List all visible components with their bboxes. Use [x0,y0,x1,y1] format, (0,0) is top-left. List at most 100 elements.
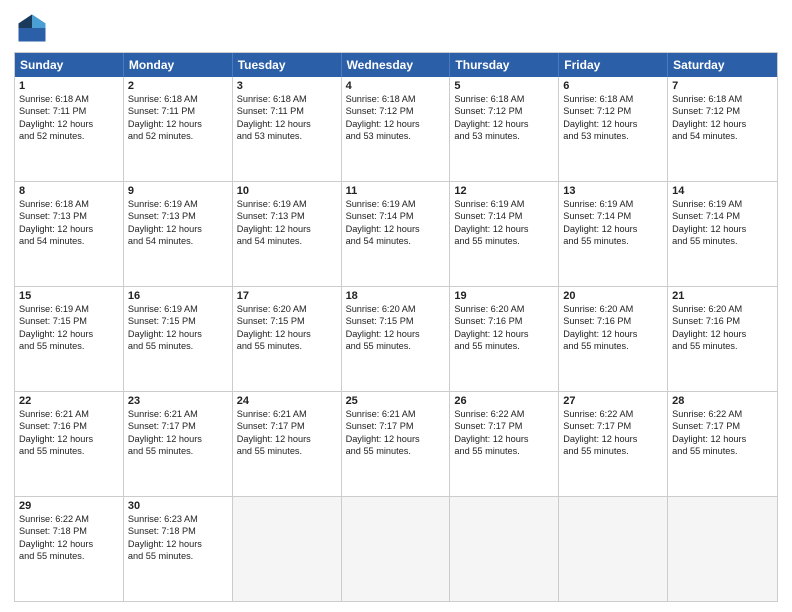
cell-line: Sunset: 7:12 PM [563,105,663,117]
calendar-cell: 3Sunrise: 6:18 AMSunset: 7:11 PMDaylight… [233,77,342,181]
calendar-cell: 16Sunrise: 6:19 AMSunset: 7:15 PMDayligh… [124,287,233,391]
cell-line: and 55 minutes. [672,340,773,352]
calendar-cell: 30Sunrise: 6:23 AMSunset: 7:18 PMDayligh… [124,497,233,601]
day-number: 1 [19,80,119,92]
cell-line: and 54 minutes. [346,235,446,247]
cell-line: Sunset: 7:16 PM [563,315,663,327]
calendar-cell [233,497,342,601]
calendar-cell: 20Sunrise: 6:20 AMSunset: 7:16 PMDayligh… [559,287,668,391]
page: Sunday Monday Tuesday Wednesday Thursday… [0,0,792,612]
cell-line: Daylight: 12 hours [346,118,446,130]
day-number: 17 [237,290,337,302]
calendar-cell: 22Sunrise: 6:21 AMSunset: 7:16 PMDayligh… [15,392,124,496]
day-number: 12 [454,185,554,197]
cell-line: Sunrise: 6:19 AM [128,303,228,315]
calendar-cell: 25Sunrise: 6:21 AMSunset: 7:17 PMDayligh… [342,392,451,496]
cell-line: Sunset: 7:17 PM [454,420,554,432]
day-number: 24 [237,395,337,407]
day-number: 2 [128,80,228,92]
cell-line: Sunrise: 6:21 AM [128,408,228,420]
cell-line: and 55 minutes. [19,445,119,457]
calendar-cell [668,497,777,601]
cell-line: Sunrise: 6:18 AM [454,93,554,105]
cell-line: Sunset: 7:17 PM [237,420,337,432]
cell-line: and 53 minutes. [563,130,663,142]
cell-line: and 55 minutes. [346,340,446,352]
cell-line: Daylight: 12 hours [128,433,228,445]
cell-line: Sunset: 7:17 PM [672,420,773,432]
day-number: 15 [19,290,119,302]
logo-icon [14,10,50,46]
cell-line: Daylight: 12 hours [672,328,773,340]
cell-line: Sunset: 7:15 PM [19,315,119,327]
cell-line: Daylight: 12 hours [454,328,554,340]
cell-line: Sunrise: 6:18 AM [672,93,773,105]
cell-line: and 55 minutes. [128,550,228,562]
day-number: 4 [346,80,446,92]
day-number: 30 [128,500,228,512]
cell-line: Daylight: 12 hours [346,433,446,445]
calendar-cell: 24Sunrise: 6:21 AMSunset: 7:17 PMDayligh… [233,392,342,496]
calendar-cell: 26Sunrise: 6:22 AMSunset: 7:17 PMDayligh… [450,392,559,496]
day-number: 8 [19,185,119,197]
calendar-cell: 13Sunrise: 6:19 AMSunset: 7:14 PMDayligh… [559,182,668,286]
cell-line: Sunrise: 6:18 AM [19,198,119,210]
day-number: 9 [128,185,228,197]
day-number: 19 [454,290,554,302]
calendar-cell: 7Sunrise: 6:18 AMSunset: 7:12 PMDaylight… [668,77,777,181]
day-number: 18 [346,290,446,302]
cell-line: Sunset: 7:13 PM [128,210,228,222]
cell-line: Daylight: 12 hours [19,118,119,130]
cell-line: Daylight: 12 hours [128,118,228,130]
cell-line: Daylight: 12 hours [237,433,337,445]
cell-line: Daylight: 12 hours [19,328,119,340]
cell-line: Sunrise: 6:22 AM [19,513,119,525]
cell-line: Sunrise: 6:22 AM [672,408,773,420]
day-number: 21 [672,290,773,302]
cell-line: Sunset: 7:11 PM [19,105,119,117]
cell-line: Sunrise: 6:18 AM [563,93,663,105]
cell-line: Daylight: 12 hours [237,118,337,130]
cell-line: Daylight: 12 hours [128,328,228,340]
cell-line: Sunrise: 6:23 AM [128,513,228,525]
cell-line: Daylight: 12 hours [128,538,228,550]
cell-line: and 55 minutes. [454,340,554,352]
cell-line: Sunrise: 6:22 AM [454,408,554,420]
cell-line: Sunset: 7:12 PM [346,105,446,117]
day-number: 28 [672,395,773,407]
cell-line: Sunrise: 6:19 AM [346,198,446,210]
cell-line: Daylight: 12 hours [563,328,663,340]
day-number: 29 [19,500,119,512]
day-number: 20 [563,290,663,302]
cell-line: Sunset: 7:13 PM [237,210,337,222]
cell-line: and 54 minutes. [672,130,773,142]
cell-line: and 55 minutes. [563,445,663,457]
header-monday: Monday [124,53,233,77]
calendar-cell: 17Sunrise: 6:20 AMSunset: 7:15 PMDayligh… [233,287,342,391]
cell-line: Daylight: 12 hours [237,223,337,235]
calendar-cell [450,497,559,601]
calendar-cell: 15Sunrise: 6:19 AMSunset: 7:15 PMDayligh… [15,287,124,391]
cell-line: and 52 minutes. [19,130,119,142]
calendar-body: 1Sunrise: 6:18 AMSunset: 7:11 PMDaylight… [15,77,777,601]
cell-line: Daylight: 12 hours [454,433,554,445]
cell-line: and 55 minutes. [672,445,773,457]
calendar-row-4: 29Sunrise: 6:22 AMSunset: 7:18 PMDayligh… [15,496,777,601]
cell-line: Sunrise: 6:21 AM [237,408,337,420]
cell-line: Sunset: 7:14 PM [672,210,773,222]
calendar-cell: 9Sunrise: 6:19 AMSunset: 7:13 PMDaylight… [124,182,233,286]
logo [14,10,54,46]
cell-line: Daylight: 12 hours [19,223,119,235]
cell-line: and 54 minutes. [128,235,228,247]
cell-line: Sunset: 7:15 PM [346,315,446,327]
day-number: 11 [346,185,446,197]
cell-line: and 55 minutes. [19,550,119,562]
cell-line: Sunset: 7:17 PM [563,420,663,432]
cell-line: and 54 minutes. [237,235,337,247]
cell-line: Sunrise: 6:19 AM [454,198,554,210]
calendar-cell: 21Sunrise: 6:20 AMSunset: 7:16 PMDayligh… [668,287,777,391]
cell-line: Daylight: 12 hours [454,118,554,130]
cell-line: Daylight: 12 hours [237,328,337,340]
calendar-header: Sunday Monday Tuesday Wednesday Thursday… [15,53,777,77]
calendar-cell: 2Sunrise: 6:18 AMSunset: 7:11 PMDaylight… [124,77,233,181]
